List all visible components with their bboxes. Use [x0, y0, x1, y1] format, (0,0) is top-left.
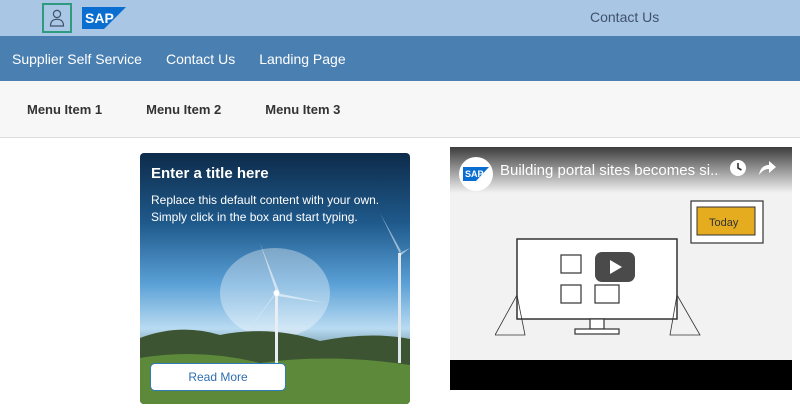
card-body-text: Replace this default content with your o…	[151, 193, 380, 224]
nav-item-landing-page[interactable]: Landing Page	[259, 51, 345, 67]
content-card: Enter a title here Replace this default …	[140, 153, 410, 404]
secondary-menu: Menu Item 1 Menu Item 2 Menu Item 3	[0, 81, 800, 138]
top-header: SAP Contact Us	[0, 0, 800, 36]
channel-avatar[interactable]: SAP	[459, 157, 493, 191]
video-player[interactable]: Today SAP Building portal sites becomes …	[450, 147, 792, 390]
sap-logo: SAP	[82, 7, 126, 29]
main-navigation: Supplier Self Service Contact Us Landing…	[0, 36, 800, 81]
menu-item-2[interactable]: Menu Item 2	[146, 102, 221, 117]
video-title[interactable]: Building portal sites becomes si...	[500, 162, 720, 179]
user-icon	[49, 9, 65, 27]
menu-item-1[interactable]: Menu Item 1	[27, 102, 102, 117]
nav-item-contact-us[interactable]: Contact Us	[166, 51, 235, 67]
channel-logo-text: SAP	[465, 169, 484, 179]
play-icon	[610, 260, 622, 274]
channel-sap-logo: SAP	[463, 167, 489, 181]
nav-item-supplier-self-service[interactable]: Supplier Self Service	[12, 51, 142, 67]
user-profile-button[interactable]	[42, 3, 72, 33]
menu-item-3[interactable]: Menu Item 3	[265, 102, 340, 117]
play-button[interactable]	[595, 252, 635, 282]
watch-later-icon[interactable]	[729, 159, 747, 177]
today-note-illustration: Today	[690, 200, 764, 244]
share-icon[interactable]	[757, 159, 777, 177]
sap-logo-text: SAP	[85, 10, 114, 26]
read-more-button[interactable]: Read More	[150, 363, 286, 391]
header-contact-us-link[interactable]: Contact Us	[590, 9, 659, 25]
video-thumbnail[interactable]: Today SAP Building portal sites becomes …	[450, 147, 792, 360]
today-note-text: Today	[709, 217, 739, 229]
card-title: Enter a title here	[151, 165, 269, 182]
